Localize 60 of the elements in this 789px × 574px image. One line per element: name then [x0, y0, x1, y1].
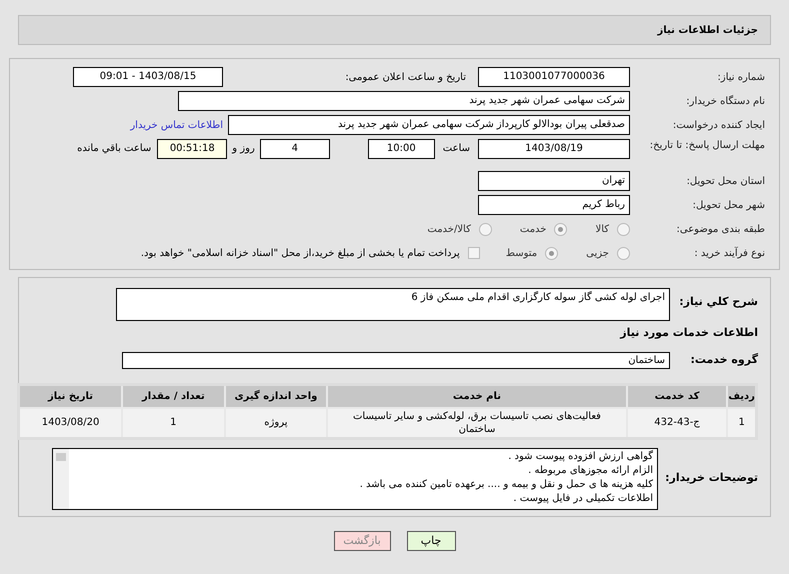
- table-cell: 1: [122, 408, 225, 438]
- table-cell: فعالیت‌های نصب تاسیسات برق، لوله‌کشی و سایر تاسیسات ساختمان: [327, 408, 627, 438]
- field-label: نام دستگاه خریدار:: [685, 94, 765, 108]
- radio-button[interactable]: [554, 222, 568, 236]
- section-title: اطلاعات خدمات مورد نیاز: [618, 325, 758, 341]
- need-number-field: 1103001077000036: [478, 67, 630, 87]
- scrollbar[interactable]: [53, 448, 69, 508]
- checkbox[interactable]: [468, 247, 480, 259]
- days-label: روز و: [232, 142, 255, 156]
- remaining-time-field: 00:51:18: [157, 139, 228, 159]
- field-label: شماره نیاز:: [716, 70, 765, 84]
- city-field: رباط کریم: [478, 195, 630, 215]
- column-header: واحد اندازه گیری: [224, 384, 328, 408]
- field-label: شهر محل تحویل:: [692, 198, 765, 212]
- buyer-name-field: شرکت سهامی عمران شهر جدید پرند: [178, 91, 630, 111]
- table-cell: پروژه: [224, 408, 328, 438]
- page-header: جزئیات اطلاعات نیاز: [18, 15, 771, 45]
- column-header: کد خدمت: [626, 384, 728, 408]
- print-button[interactable]: چاپ: [406, 530, 456, 550]
- note-line: الزام ارائه مجوزهای مربوطه .: [527, 464, 653, 478]
- deadline-time-field: 10:00: [368, 139, 435, 159]
- radio-button[interactable]: [478, 222, 492, 236]
- field-label: استان محل تحویل:: [686, 174, 765, 188]
- note-line: کلیه هزینه ها ی حمل و نقل و بیمه و .... برعهده تامین کننده می باشد .: [358, 478, 653, 492]
- remaining-label: ساعت باقي مانده: [77, 142, 152, 156]
- column-header: ردیف: [727, 384, 756, 408]
- treasury-label: پرداخت تمام یا بخشی از مبلغ خرید،از محل "اسناد خزانه اسلامی" خواهد بود.: [140, 246, 460, 260]
- column-header: تعداد / مقدار: [122, 384, 225, 408]
- field-label: نوع فرآیند خرید :: [693, 246, 765, 260]
- description-field: اجرای لوله کشی گاز سوله کارگزاری اقدام ملی مسکن فاز 6: [116, 288, 670, 321]
- column-header: تاریخ نیاز: [18, 384, 122, 408]
- radio-button[interactable]: [617, 246, 630, 260]
- option-label: کالا: [595, 222, 609, 236]
- field-label: شرح کلي نیاز:: [678, 294, 758, 310]
- time-label: ساعت: [442, 142, 470, 156]
- days-field: 4: [260, 139, 330, 159]
- deadline-date-field: 1403/08/19: [478, 139, 630, 159]
- note-line: اطلاعات تکمیلی در فایل پیوست .: [512, 492, 653, 506]
- service-group-field: ساختمان: [122, 352, 670, 368]
- field-label: طبقه بندی موضوعی:: [676, 222, 765, 236]
- creator-field: صدقعلی پیران بودالالو کارپرداز شرکت سهامی عمران شهر جدید پرند: [228, 115, 630, 135]
- field-label: ایجاد کننده درخواست:: [672, 118, 765, 132]
- province-field: تهران: [478, 171, 630, 191]
- buyer-contact-link[interactable]: اطلاعات تماس خریدار: [130, 118, 223, 132]
- field-label: مهلت ارسال پاسخ: تا تاریخ:: [648, 139, 765, 152]
- column-header: نام خدمت: [327, 384, 627, 408]
- option-label: خدمت: [520, 222, 546, 236]
- option-label: متوسط: [506, 246, 538, 260]
- table-cell: 1403/08/20: [18, 408, 122, 438]
- option-label: کالا/خدمت: [427, 222, 471, 236]
- table-cell: 1: [727, 408, 756, 438]
- option-label: جزیی: [586, 246, 609, 260]
- field-label: تاریخ و ساعت اعلان عمومی:: [344, 70, 466, 84]
- announce-date-field: 1403/08/15 - 09:01: [73, 67, 223, 87]
- radio-button[interactable]: [545, 246, 558, 260]
- table-cell: ج-43-432: [626, 408, 728, 438]
- field-label: گروه خدمت:: [689, 352, 758, 368]
- note-line: گواهی ارزش افزوده پیوست شود .: [507, 450, 653, 464]
- field-label: توضیحات خریدار:: [664, 470, 758, 486]
- radio-button[interactable]: [617, 222, 630, 236]
